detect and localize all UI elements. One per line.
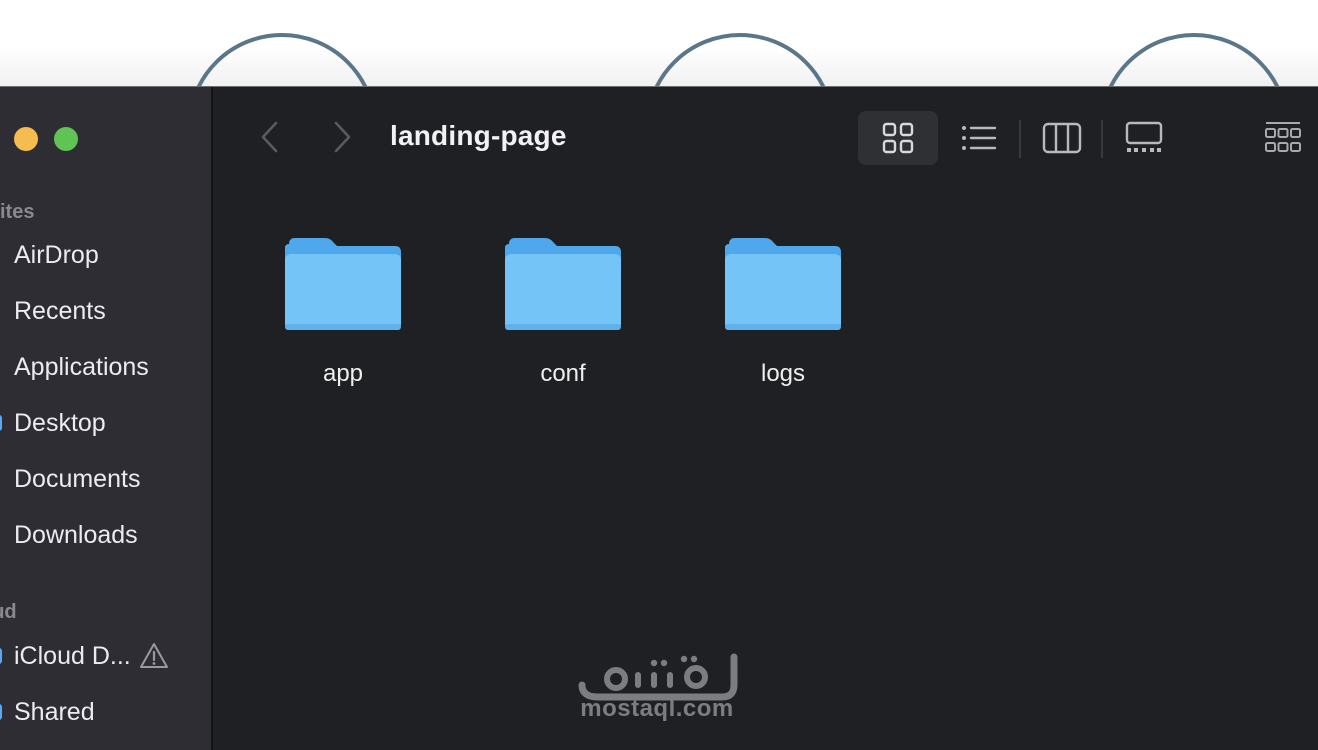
column-view-button[interactable] [1022, 111, 1102, 165]
folder-item[interactable]: logs [708, 232, 858, 402]
group-button[interactable] [1253, 111, 1313, 165]
sidebar-item-recents[interactable]: Recents [0, 289, 211, 333]
list-view-button[interactable] [939, 111, 1019, 165]
back-button[interactable] [253, 117, 287, 157]
list-icon [962, 126, 997, 150]
gallery-view-button[interactable] [1104, 111, 1184, 165]
folder-label: app [322, 360, 364, 387]
decorative-arc [187, 33, 377, 86]
sidebar-item-label: Documents [14, 464, 141, 493]
folder-label: logs [760, 360, 806, 387]
chevron-right-icon [334, 121, 351, 153]
watermark-text: mostaql.com [580, 695, 734, 722]
desktop-icon [0, 415, 2, 431]
sidebar-item-label: Applications [14, 352, 149, 381]
sidebar-item-label: Desktop [14, 408, 106, 437]
desktop-background [0, 0, 1318, 86]
forward-button[interactable] [325, 117, 359, 157]
folder-icon [505, 238, 621, 330]
cloud-icon [0, 648, 2, 664]
decorative-arc [1099, 33, 1289, 86]
folder-item[interactable]: conf [488, 232, 638, 402]
sidebar-item-downloads[interactable]: Downloads [0, 513, 211, 557]
chevron-left-icon [261, 121, 278, 153]
mostaql-logo [578, 653, 738, 701]
grid-icon [882, 122, 914, 154]
file-browser: app conf logs [213, 187, 1318, 750]
sidebar-item-documents[interactable]: Documents [0, 457, 211, 501]
folder-icon [725, 238, 841, 330]
sidebar-item-label: Shared [14, 697, 95, 726]
zoom-button[interactable] [54, 127, 78, 151]
sidebar-section-icloud: oud [0, 601, 17, 623]
group-grid-icon [1265, 122, 1301, 152]
toolbar-divider [1101, 120, 1103, 158]
decorative-arc [645, 33, 835, 86]
screen: orites AirDrop Recents Applications Desk… [0, 0, 1318, 750]
sidebar-item-shared[interactable]: Shared [0, 690, 211, 734]
shared-folder-icon [0, 704, 2, 720]
sidebar-item-label: iCloud D... [14, 641, 131, 670]
columns-icon [1042, 122, 1082, 154]
sidebar-item-desktop[interactable]: Desktop [0, 401, 211, 445]
sidebar-item-label: Downloads [14, 520, 138, 549]
warning-icon[interactable] [139, 641, 169, 671]
folder-item[interactable]: app [268, 232, 418, 402]
gallery-icon [1125, 121, 1163, 152]
sidebar-item-label: AirDrop [14, 240, 99, 269]
minimize-button[interactable] [14, 127, 38, 151]
toolbar-divider [1019, 120, 1021, 158]
folder-label: conf [540, 360, 586, 387]
folder-icon [285, 238, 401, 330]
sidebar-item-airdrop[interactable]: AirDrop [0, 233, 211, 277]
sidebar-section-favorites: orites [0, 201, 35, 223]
watermark: mostaql.com [567, 645, 747, 745]
sidebar-item-label: Recents [14, 296, 106, 325]
sidebar: orites AirDrop Recents Applications Desk… [0, 87, 213, 750]
sidebar-item-icloud-drive[interactable]: iCloud D... [0, 634, 211, 678]
window-title: landing-page [390, 120, 567, 151]
icon-view-button[interactable] [858, 111, 938, 165]
sidebar-item-applications[interactable]: Applications [0, 345, 211, 389]
toolbar: landing-page [213, 87, 1318, 187]
